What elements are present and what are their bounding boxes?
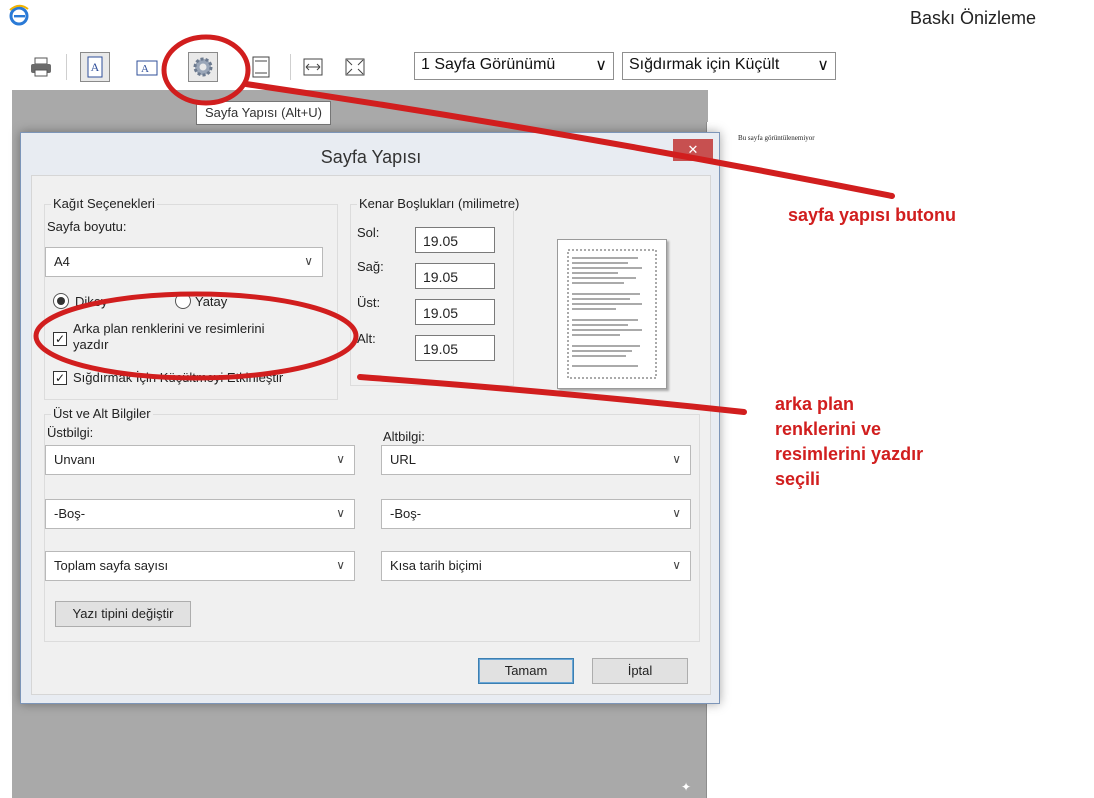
footer-label: Altbilgi: xyxy=(383,429,425,444)
header-select-2[interactable]: -Boş- ∨ xyxy=(45,499,355,529)
right-margin-input[interactable]: 19.05 xyxy=(415,263,495,289)
footer-select-1[interactable]: URL ∨ xyxy=(381,445,691,475)
page-thumbnail-icon xyxy=(567,249,657,379)
page-view-select[interactable]: 1 Sayfa Görünümü ∨ xyxy=(414,52,614,80)
chevron-down-icon: ∨ xyxy=(672,506,681,520)
toolbar-separator xyxy=(290,54,291,80)
top-margin-label: Üst: xyxy=(357,295,381,310)
left-margin-label: Sol: xyxy=(357,225,380,240)
header-footer-toggle-button[interactable] xyxy=(246,52,276,82)
shrink-to-fit-select[interactable]: Sığdırmak için Küçült ∨ xyxy=(622,52,836,80)
annotation-note-line: renklerini ve xyxy=(775,419,882,439)
footer-select-2[interactable]: -Boş- ∨ xyxy=(381,499,691,529)
cancel-button[interactable]: İptal xyxy=(592,658,688,684)
page-setup-tooltip: Sayfa Yapısı (Alt+U) xyxy=(196,101,331,125)
ok-button[interactable]: Tamam xyxy=(478,658,574,684)
margins-group: Kenar Boşlukları (milimetre) Sol: 19.05 … xyxy=(350,196,522,386)
annotation-note-line: resimlerini yazdır xyxy=(775,444,924,464)
paper-options-group: Kağıt Seçenekleri Sayfa boyutu: A4 ∨ Dik… xyxy=(44,196,338,400)
toolbar-separator xyxy=(66,54,67,80)
shrink-to-fit-value: Sığdırmak için Küçült xyxy=(629,56,780,73)
margin-preview-thumbnail xyxy=(557,239,667,389)
header-select-3-value: Toplam sayfa sayısı xyxy=(54,558,169,573)
radio-selected-dot xyxy=(57,297,65,305)
portrait-label: Dikey xyxy=(75,294,108,309)
ie-icon xyxy=(8,4,30,26)
svg-text:A: A xyxy=(141,63,149,75)
title-bar: Baskı Önizleme xyxy=(0,0,1094,42)
page-size-select[interactable]: A4 ∨ xyxy=(45,247,323,277)
bottom-margin-label: Alt: xyxy=(357,331,376,346)
margins-title: Kenar Boşlukları (milimetre) xyxy=(357,196,522,211)
full-page-icon xyxy=(345,58,365,76)
print-background-label-line2: yazdır xyxy=(73,337,109,352)
landscape-button[interactable]: A xyxy=(132,52,162,82)
resize-handle-icon[interactable]: ◂|▸ xyxy=(725,98,740,112)
footer-select-3[interactable]: Kısa tarih biçimi ∨ xyxy=(381,551,691,581)
annotation-note-page-setup: sayfa yapısı butonu xyxy=(788,205,957,225)
portrait-radio[interactable] xyxy=(53,293,69,309)
page-setup-dialog: Sayfa Yapısı ✕ Kağıt Seçenekleri Sayfa b… xyxy=(20,132,720,704)
header-select-3[interactable]: Toplam sayfa sayısı ∨ xyxy=(45,551,355,581)
left-margin-input[interactable]: 19.05 xyxy=(415,227,495,253)
paper-options-title: Kağıt Seçenekleri xyxy=(51,196,157,211)
resize-corner-icon[interactable]: ✦ xyxy=(681,780,691,794)
portrait-page-icon: A xyxy=(87,56,103,78)
annotation-note-line: arka plan xyxy=(775,394,855,414)
svg-text:A: A xyxy=(91,60,100,74)
annotation-note-line: seçili xyxy=(775,469,821,489)
portrait-button[interactable]: A xyxy=(80,52,110,82)
gear-icon xyxy=(193,57,213,77)
enable-shrink-label: Sığdırmak İçin Küçültmeyi Etkinleştir xyxy=(73,370,284,385)
chevron-down-icon: ∨ xyxy=(672,558,681,572)
page-size-value: A4 xyxy=(54,254,70,269)
chevron-down-icon: ∨ xyxy=(672,452,681,466)
footer-select-3-value: Kısa tarih biçimi xyxy=(390,558,482,573)
full-width-icon xyxy=(303,58,323,76)
close-button[interactable]: ✕ xyxy=(673,139,713,161)
page-size-label: Sayfa boyutu: xyxy=(47,219,127,234)
window-title: Baskı Önizleme xyxy=(909,8,1036,28)
print-background-label-line1: Arka plan renklerini ve resimlerini xyxy=(73,321,265,336)
landscape-page-icon: A xyxy=(136,60,158,76)
chevron-down-icon: ∨ xyxy=(595,57,607,74)
footer-select-2-value: -Boş- xyxy=(390,506,422,521)
dialog-content: Kağıt Seçenekleri Sayfa boyutu: A4 ∨ Dik… xyxy=(31,175,711,695)
print-button[interactable] xyxy=(26,52,56,82)
chevron-down-icon: ∨ xyxy=(304,254,313,268)
printer-icon xyxy=(31,57,51,77)
page-message: Bu sayfa görüntülenemiyor xyxy=(738,134,815,142)
dialog-title: Sayfa Yapısı xyxy=(320,147,422,167)
header-select-2-value: -Boş- xyxy=(54,506,86,521)
header-footer-icon xyxy=(252,56,270,78)
print-background-checkbox[interactable]: ✓ xyxy=(53,332,67,346)
top-margin-input[interactable]: 19.05 xyxy=(415,299,495,325)
chevron-down-icon: ∨ xyxy=(336,558,345,572)
close-icon: ✕ xyxy=(687,142,699,157)
chevron-down-icon: ∨ xyxy=(817,57,829,74)
full-page-button[interactable] xyxy=(340,52,370,82)
landscape-label: Yatay xyxy=(195,294,228,309)
bottom-margin-input[interactable]: 19.05 xyxy=(415,335,495,361)
full-width-button[interactable] xyxy=(298,52,328,82)
chevron-down-icon: ∨ xyxy=(336,506,345,520)
headers-footers-group: Üst ve Alt Bilgiler Üstbilgi: Altbilgi: … xyxy=(44,406,700,642)
landscape-radio[interactable] xyxy=(175,293,191,309)
annotation-note-print-background: arka plan renklerini ve resimlerini yazd… xyxy=(775,392,923,492)
page-view-value: 1 Sayfa Görünümü xyxy=(421,56,556,73)
chevron-down-icon: ∨ xyxy=(336,452,345,466)
print-preview-toolbar: A A 1 Sayfa Görünümü ∨ Sığdırmak için Kü… xyxy=(0,42,1094,90)
enable-shrink-checkbox[interactable]: ✓ xyxy=(53,371,67,385)
page-setup-button[interactable] xyxy=(188,52,218,82)
preview-left-margin xyxy=(0,90,12,798)
change-font-button[interactable]: Yazı tipini değiştir xyxy=(55,601,191,627)
headers-footers-title: Üst ve Alt Bilgiler xyxy=(51,406,153,421)
header-label: Üstbilgi: xyxy=(47,425,94,440)
footer-select-1-value: URL xyxy=(390,452,417,467)
right-margin-label: Sağ: xyxy=(357,259,384,274)
header-select-1[interactable]: Unvanı ∨ xyxy=(45,445,355,475)
header-select-1-value: Unvanı xyxy=(54,452,96,467)
